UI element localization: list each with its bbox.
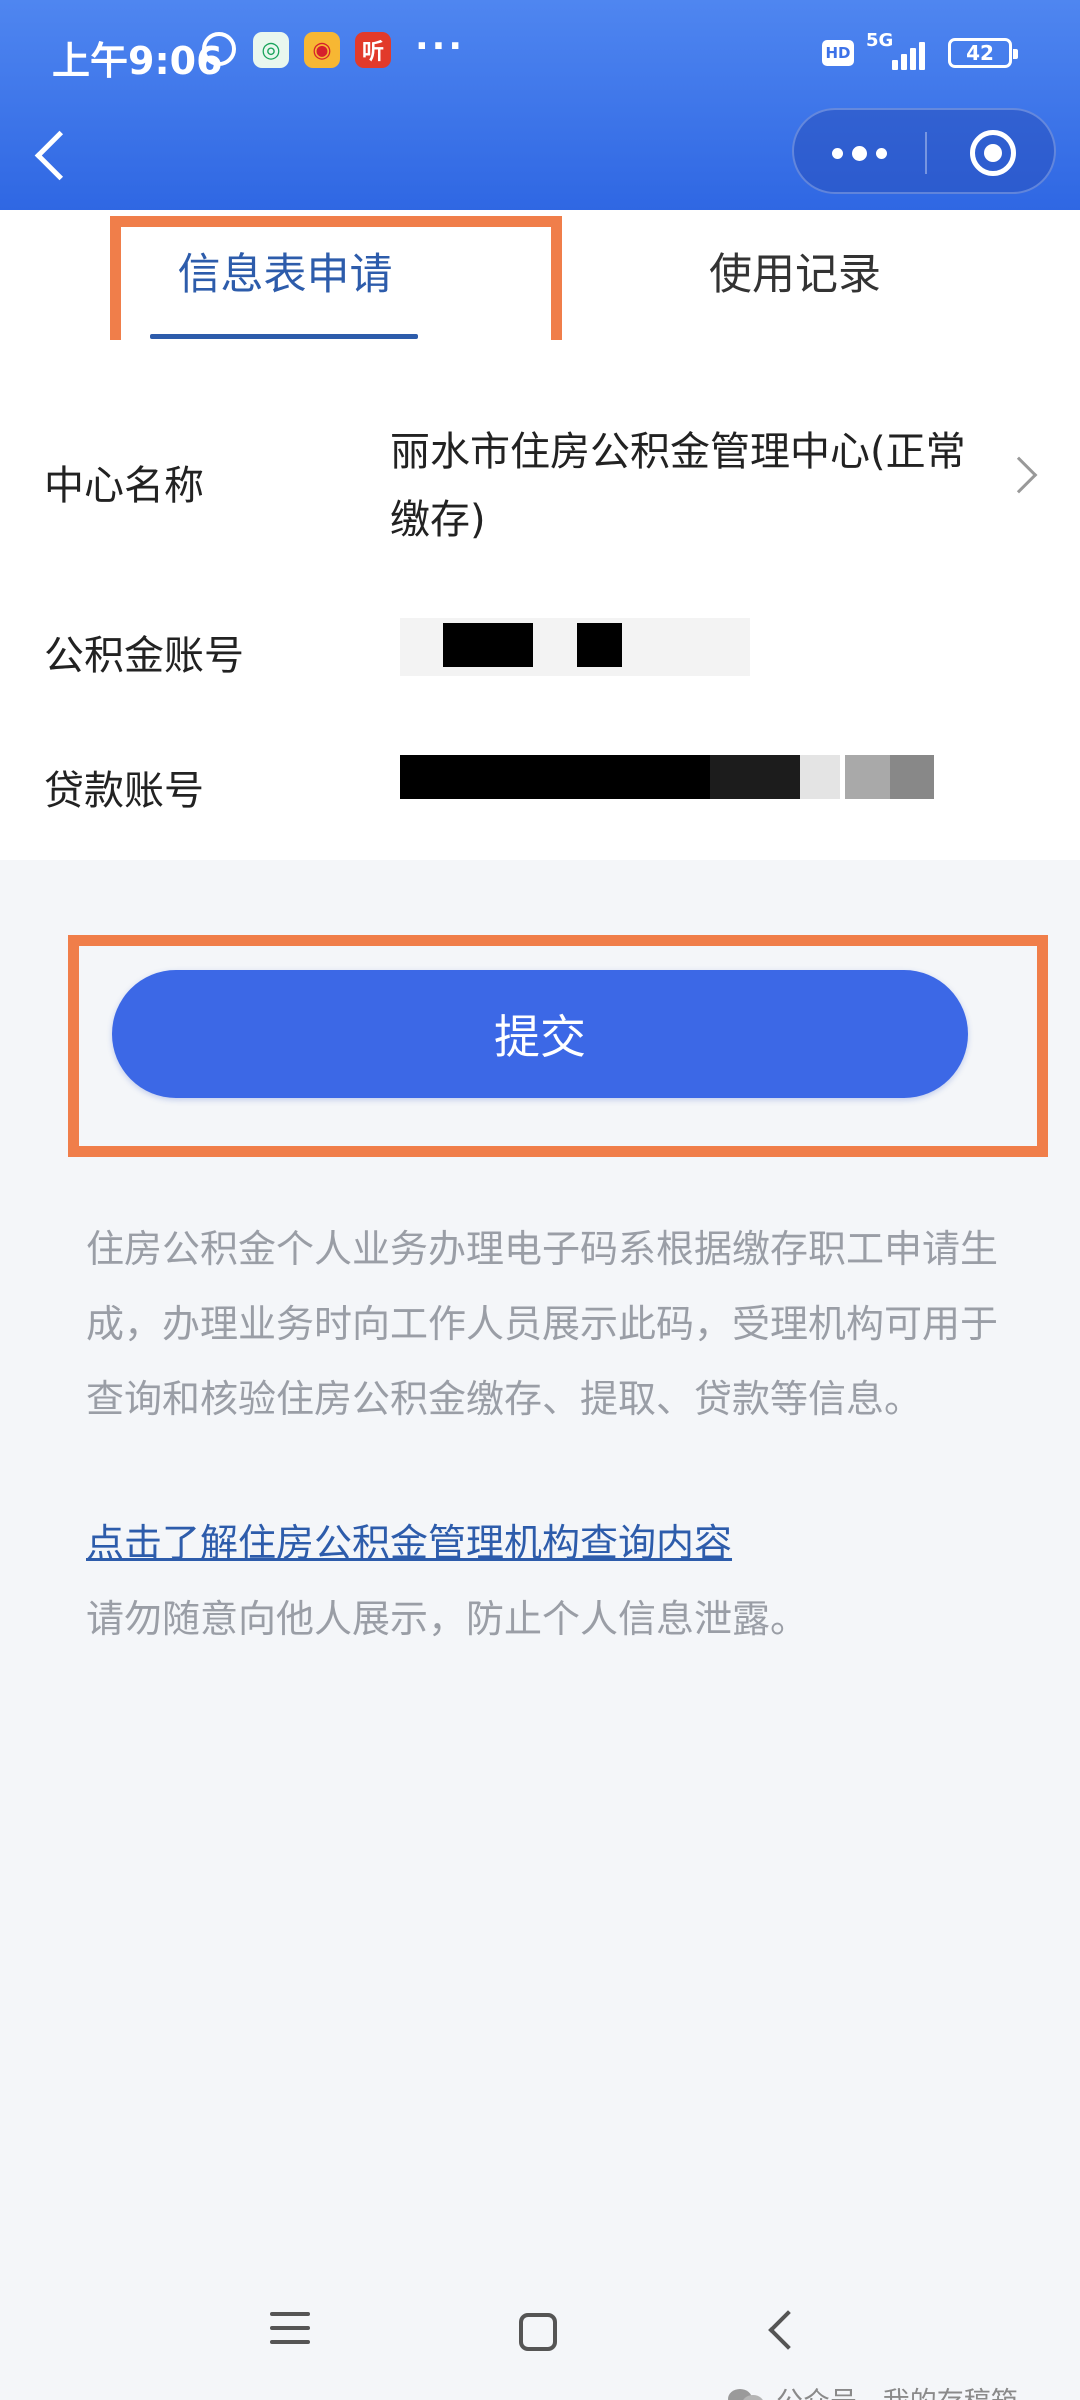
redaction-block	[710, 755, 800, 799]
center-name-label: 中心名称	[44, 463, 204, 509]
capsule-divider	[925, 132, 927, 174]
map-app-icon: ◎	[253, 32, 289, 68]
watermark-text: 公众号 · 我的存稿箱	[776, 2380, 1018, 2400]
battery-level: 42	[966, 41, 994, 65]
signal-icon	[892, 36, 932, 70]
redaction-block	[890, 755, 934, 799]
privacy-warning: 请勿随意向他人展示，防止个人信息泄露。	[86, 1597, 809, 1641]
fund-account-label: 公积金账号	[44, 633, 244, 679]
close-miniapp-icon[interactable]	[970, 130, 1016, 176]
redaction-block	[443, 623, 533, 667]
chevron-right-icon[interactable]	[1000, 456, 1038, 494]
home-icon[interactable]	[519, 2313, 557, 2351]
more-notifications-icon: ···	[415, 26, 466, 67]
notice-text: 住房公积金个人业务办理电子码系根据缴存职工申请生成，办理业务时向工作人员展示此码…	[86, 1227, 999, 1421]
miniapp-capsule	[792, 108, 1056, 194]
back-button[interactable]	[24, 118, 84, 188]
nav-back-icon[interactable]	[768, 2310, 808, 2350]
loan-account-label: 贷款账号	[44, 768, 204, 814]
info-form: 中心名称 丽水市住房公积金管理中心(正常缴存) 公积金账号 贷款账号	[0, 340, 1080, 860]
listen-app-icon: 听	[355, 32, 391, 68]
app-header: 上午9:06 ◎ ◉ 听 ··· HD 5G 42	[0, 0, 1080, 210]
menu-icon[interactable]	[270, 2310, 318, 2350]
status-bar: 上午9:06 ◎ ◉ 听 ··· HD 5G 42	[0, 0, 1080, 110]
redaction-block	[577, 623, 622, 667]
battery-icon: 42	[948, 38, 1018, 68]
redaction-block	[845, 755, 890, 799]
redaction-block	[800, 755, 840, 799]
submit-button[interactable]: 提交	[112, 970, 968, 1098]
hd-icon: HD	[822, 40, 854, 66]
alarm-icon	[202, 32, 236, 66]
redaction-block	[400, 755, 710, 799]
tab-usage-records[interactable]: 使用记录	[660, 240, 930, 302]
status-time: 上午9:06	[52, 39, 223, 83]
weibo-icon: ◉	[304, 32, 340, 68]
query-content-link[interactable]: 点击了解住房公积金管理机构查询内容	[86, 1512, 732, 1567]
more-icon[interactable]	[794, 110, 924, 196]
center-name-value[interactable]: 丽水市住房公积金管理中心(正常缴存)	[390, 418, 970, 554]
watermark: 公众号 · 我的存稿箱	[728, 2380, 1018, 2400]
network-label: 5G	[866, 30, 894, 51]
wechat-icon	[728, 2385, 768, 2400]
